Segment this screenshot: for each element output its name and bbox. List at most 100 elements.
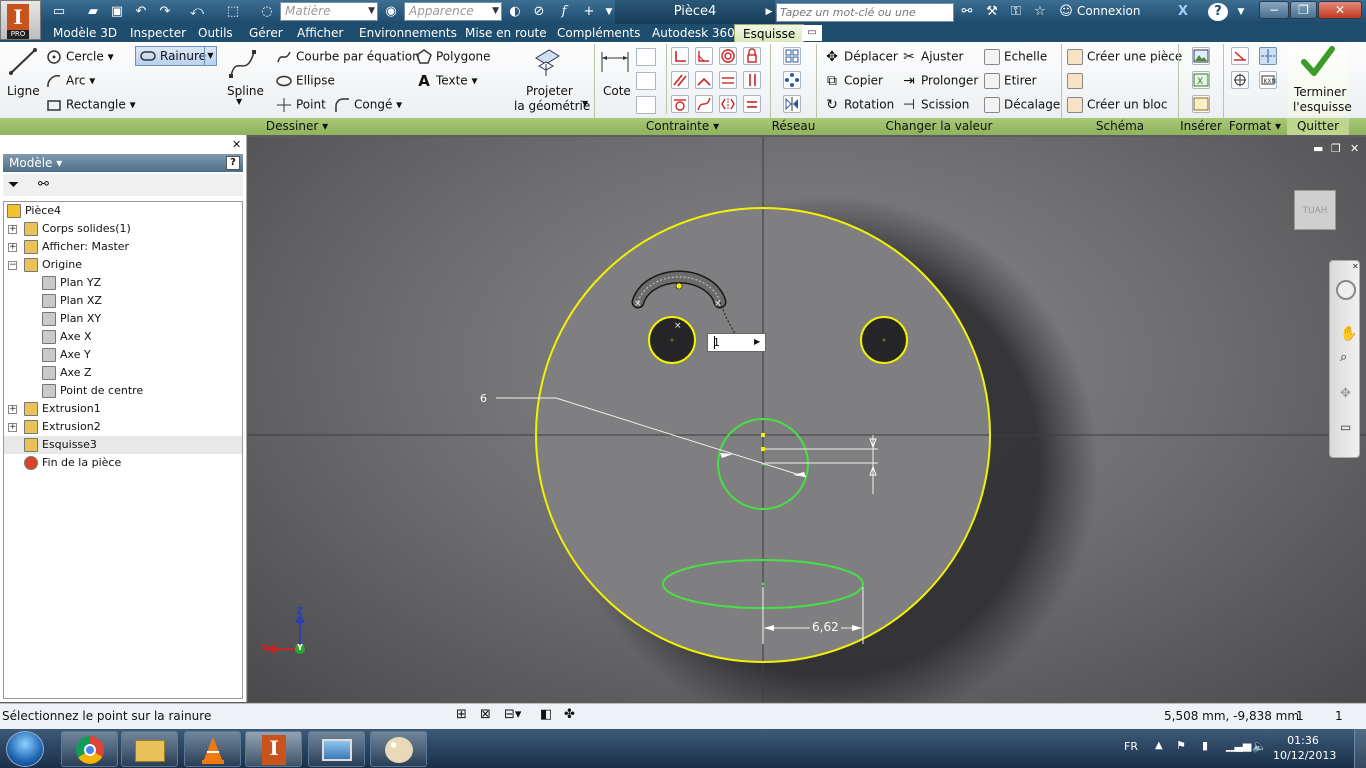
tree-node[interactable]: Esquisse3 [4, 436, 242, 454]
tree-expander-icon[interactable]: + [8, 423, 17, 432]
adjust-appearance-icon[interactable]: ◐ [506, 3, 524, 21]
orbit-icon[interactable]: ✥ [1340, 386, 1351, 401]
view-cube-toggle-icon[interactable]: ◧ [540, 707, 552, 722]
minimize-view-icon[interactable]: ▬ [1313, 142, 1323, 155]
arc-tool-button[interactable]: Arc ▾ [46, 73, 95, 89]
start-button[interactable] [6, 731, 44, 767]
driven-dimension-icon[interactable]: KXN [1259, 71, 1277, 89]
close-pane-icon[interactable]: ✕ [232, 138, 241, 151]
dof-icon[interactable]: ✤ [564, 707, 575, 722]
project-geometry-icon[interactable] [531, 46, 561, 78]
rectangle-tool-button[interactable]: Rectangle ▾ [46, 97, 136, 113]
restore-view-icon[interactable]: ❐ [1331, 142, 1341, 155]
browser-header[interactable]: Modèle ▾ [3, 154, 243, 172]
panel-label-contrainte[interactable]: Contrainte ▾ [595, 118, 770, 135]
leader-dimension-value[interactable]: 6 [480, 392, 487, 405]
dimension-tool-icon[interactable] [599, 46, 631, 78]
mirror-icon[interactable] [783, 95, 801, 113]
ribbon-minimize-icon[interactable]: ▭ [802, 25, 822, 41]
spline-tool-icon[interactable] [228, 48, 258, 80]
close-window-button[interactable]: ✕ [1318, 1, 1362, 19]
insert-image-icon[interactable] [1192, 47, 1210, 65]
ellipse-dimension-value[interactable]: 6,62 [810, 620, 841, 634]
viewcube[interactable]: HAUT [1294, 190, 1336, 230]
point-tool-button[interactable]: Point [276, 97, 326, 113]
taskbar-inventor[interactable]: I [245, 731, 302, 767]
tab-autodesk-360[interactable]: Autodesk 360 [652, 24, 735, 42]
tab-complements[interactable]: Compléments [557, 24, 640, 42]
taskbar-chrome[interactable] [61, 731, 118, 767]
tab-outils[interactable]: Outils [198, 24, 233, 42]
trim-button[interactable]: ✂ Ajuster [901, 49, 963, 65]
split-button[interactable]: ⊣ Scission [901, 97, 969, 113]
show-constraints-icon[interactable] [636, 72, 656, 90]
tree-node[interactable]: + Extrusion2 [4, 418, 242, 436]
concentric-constraint-icon[interactable] [719, 47, 737, 65]
tools-icon[interactable]: ⚒ [983, 3, 1001, 21]
tree-node[interactable]: Point de centre [4, 382, 242, 400]
tree-node[interactable]: Axe Y [4, 346, 242, 364]
exchange-icon[interactable]: X [1174, 3, 1192, 21]
constraint-inference-icon[interactable]: ⊠ [480, 707, 491, 722]
project-geometry-label-2[interactable]: la géométrie [514, 99, 590, 113]
login-button[interactable]: Connexion [1077, 4, 1141, 18]
parallel-lines-icon[interactable] [671, 71, 689, 89]
copy-button[interactable]: ⧉ Copier [824, 73, 883, 89]
circle-tool-button[interactable]: Cercle ▾ [46, 49, 114, 65]
panel-label-inserer[interactable]: Insérer [1179, 118, 1223, 135]
centerline-icon[interactable] [1259, 47, 1277, 65]
tree-expander-icon[interactable]: + [8, 225, 17, 234]
help-icon[interactable]: ? [226, 156, 240, 170]
tree-node[interactable]: Pièce4 [4, 202, 242, 220]
volume-icon[interactable]: 🔈 [1252, 739, 1267, 753]
text-tool-button[interactable]: A Texte ▾ [416, 73, 477, 89]
dimension-tool-label[interactable]: Cote [603, 84, 631, 98]
look-at-icon[interactable]: ▭ [1340, 420, 1351, 434]
symmetric-constraint-icon[interactable] [719, 95, 737, 113]
network-signal-icon[interactable]: ▁▃▅ [1226, 739, 1251, 752]
tree-node[interactable]: Axe X [4, 328, 242, 346]
tree-node[interactable]: Plan XZ [4, 292, 242, 310]
construction-line-icon[interactable] [1231, 47, 1249, 65]
tangent-constraint-icon[interactable] [671, 95, 689, 113]
tree-node[interactable]: Plan XY [4, 310, 242, 328]
panel-label-quitter[interactable]: Quitter [1287, 118, 1349, 135]
tab-gerer[interactable]: Gérer [249, 24, 283, 42]
filter-icon[interactable]: ⏷ [8, 177, 19, 193]
spline-tool-label[interactable]: Spline [227, 84, 264, 98]
circular-pattern-icon[interactable] [783, 71, 801, 89]
clear-appearance-icon[interactable]: ⊘ [530, 3, 548, 21]
tab-esquisse[interactable]: Esquisse [734, 24, 805, 42]
constraint-settings-icon[interactable] [636, 96, 656, 114]
equation-curve-button[interactable]: Courbe par équation [276, 49, 420, 65]
panel-label-reseau[interactable]: Réseau [771, 118, 816, 135]
panel-label-format[interactable]: Format ▾ [1224, 118, 1286, 135]
select-mode-icon[interactable]: ⬚ [224, 3, 242, 21]
snap-icon[interactable]: ⊟▾ [504, 707, 521, 722]
pan-hand-icon[interactable]: ✋ [1340, 326, 1357, 342]
center-point-icon[interactable] [1231, 71, 1249, 89]
help-dropdown-icon[interactable]: ▼ [1232, 3, 1250, 21]
binoculars-icon[interactable]: ⚯ [958, 3, 976, 21]
tab-afficher[interactable]: Afficher [297, 24, 343, 42]
binoculars-icon[interactable]: ⚯ [38, 177, 49, 192]
taskbar-photo-viewer[interactable] [308, 731, 365, 767]
grid-toggle-icon[interactable]: ⊞ [456, 707, 467, 722]
navbar-close-icon[interactable]: ✕ [1352, 262, 1359, 271]
system-clock[interactable]: 01:36 10/12/2013 [1273, 733, 1336, 763]
application-menu-button[interactable]: I PRO [0, 0, 41, 40]
make-component-button[interactable] [1067, 73, 1087, 89]
favorites-star-icon[interactable]: ☆ [1031, 3, 1049, 21]
create-block-button[interactable]: Créer un bloc [1067, 97, 1167, 113]
offset-button[interactable]: Décalage [984, 97, 1060, 113]
taskbar-vlc[interactable] [184, 731, 241, 767]
appearance-icon[interactable]: ◉ [382, 3, 400, 21]
tree-expander-icon[interactable]: + [8, 405, 17, 414]
material-combo[interactable]: Matière ▼ [280, 2, 378, 21]
help-search-input[interactable]: Tapez un mot-clé ou une expression [776, 3, 954, 36]
coincident-constraint-icon[interactable] [695, 71, 713, 89]
action-center-icon[interactable]: ⚑ [1176, 739, 1186, 752]
language-indicator[interactable]: FR [1124, 740, 1138, 753]
chevron-down-icon[interactable]: ▼ [204, 47, 216, 65]
tree-node[interactable]: Plan YZ [4, 274, 242, 292]
